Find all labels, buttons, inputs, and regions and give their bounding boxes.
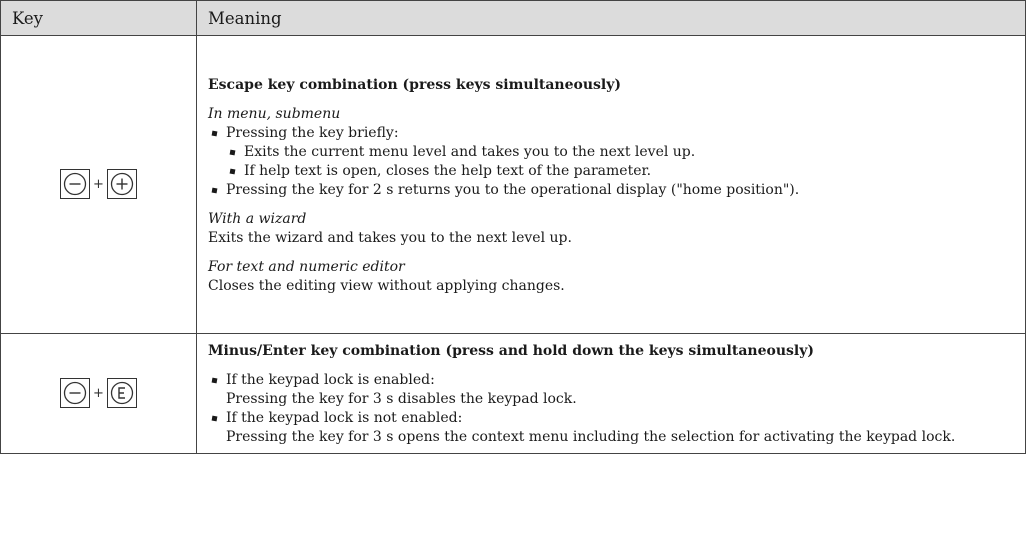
list-item: Pressing the key for 2 s returns you to … [208, 181, 1013, 200]
meaning-cell-escape: Escape key combination (press keys simul… [196, 35, 1026, 334]
bullet-icon [211, 415, 218, 422]
list-item: If the keypad lock is not enabled: Pressi… [208, 409, 1013, 447]
bullet-icon [229, 168, 236, 174]
meaning-cell-minus-enter: Minus/Enter key combination (press and h… [196, 333, 1026, 454]
section-subheading: In menu, submenu [208, 105, 341, 122]
section-subheading: With a wizard [208, 210, 307, 227]
section-editor: For text and numeric editor Closes the e… [208, 258, 1013, 296]
escape-key-combination: + [60, 169, 137, 199]
bullet-icon [229, 149, 236, 155]
key-cell-escape: + [0, 35, 197, 334]
enter-key-icon [106, 378, 137, 408]
combination-plus: + [93, 176, 104, 192]
section-subheading: For text and numeric editor [208, 258, 405, 275]
plus-key-icon [106, 169, 137, 199]
key-meaning-table: Key Meaning + Escape key combination (pr… [0, 0, 1026, 454]
section-text: Closes the editing view without applying… [208, 277, 565, 294]
bullet-icon [211, 377, 218, 384]
header-key: Key [0, 0, 197, 36]
section-text: Exits the wizard and takes you to the ne… [208, 229, 572, 246]
bullet-icon [211, 130, 218, 136]
minus-key-icon [60, 378, 91, 408]
row-heading: Escape key combination (press keys simul… [208, 76, 621, 93]
section-menu: In menu, submenu Pressing the key briefl… [208, 105, 1013, 200]
table-row: + Escape key combination (press keys sim… [0, 35, 1026, 334]
combination-plus: + [93, 385, 104, 401]
list-item: Pressing the key briefly: Exits the curr… [208, 124, 1013, 181]
minus-enter-key-combination: + [60, 378, 137, 408]
list-item: Exits the current menu level and takes y… [226, 143, 1013, 162]
row-heading: Minus/Enter key combination (press and h… [208, 343, 814, 359]
section-wizard: With a wizard Exits the wizard and takes… [208, 210, 1013, 248]
list-item: If help text is open, closes the help te… [226, 162, 1013, 181]
bullet-icon [211, 187, 218, 193]
table-header-row: Key Meaning [0, 0, 1026, 36]
minus-key-icon [60, 169, 91, 199]
key-cell-minus-enter: + [0, 333, 197, 454]
table-row: + Minus/Enter key combination (press and… [0, 333, 1026, 454]
header-meaning: Meaning [196, 0, 1026, 36]
list-item: If the keypad lock is enabled: Pressing t… [208, 371, 1013, 409]
